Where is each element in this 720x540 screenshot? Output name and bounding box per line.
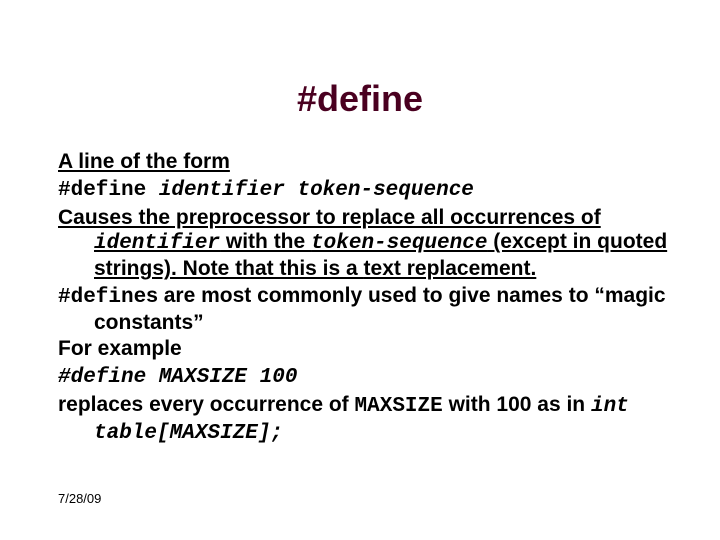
text: text replacement. (364, 257, 537, 280)
code: identifier (159, 179, 285, 202)
replaces-paragraph: replaces every occurrence of MAXSIZE wit… (58, 393, 668, 447)
text: Causes the preprocessor to replace all o… (58, 206, 601, 229)
code: #define MAXSIZE 100 (58, 366, 297, 389)
text: with the (220, 230, 311, 253)
example-code: #define MAXSIZE 100 (58, 364, 668, 391)
text: For example (58, 337, 182, 360)
code: identifier (94, 232, 220, 255)
text: A line of the form (58, 150, 230, 173)
for-example: For example (58, 337, 668, 362)
text: replaces every occurrence of (58, 393, 355, 416)
code: token-sequence (297, 179, 473, 202)
text: with 100 as in (443, 393, 591, 416)
code: #define (58, 179, 159, 202)
code: #define (58, 286, 146, 309)
code: MAXSIZE (355, 395, 443, 418)
slide: #define A line of the form #define ident… (0, 0, 720, 540)
line-of-form: A line of the form (58, 150, 668, 175)
causes-paragraph: Causes the preprocessor to replace all o… (58, 206, 668, 282)
slide-body: A line of the form #define identifier to… (58, 150, 668, 448)
code (285, 179, 298, 202)
slide-date: 7/28/09 (58, 491, 101, 506)
defines-paragraph: #defines are most commonly used to give … (58, 284, 668, 336)
define-syntax-line: #define identifier token-sequence (58, 177, 668, 204)
text: s (146, 284, 158, 307)
slide-title: #define (0, 78, 720, 120)
code: token-sequence (311, 232, 487, 255)
text: are most commonly used to give names to … (94, 284, 666, 334)
